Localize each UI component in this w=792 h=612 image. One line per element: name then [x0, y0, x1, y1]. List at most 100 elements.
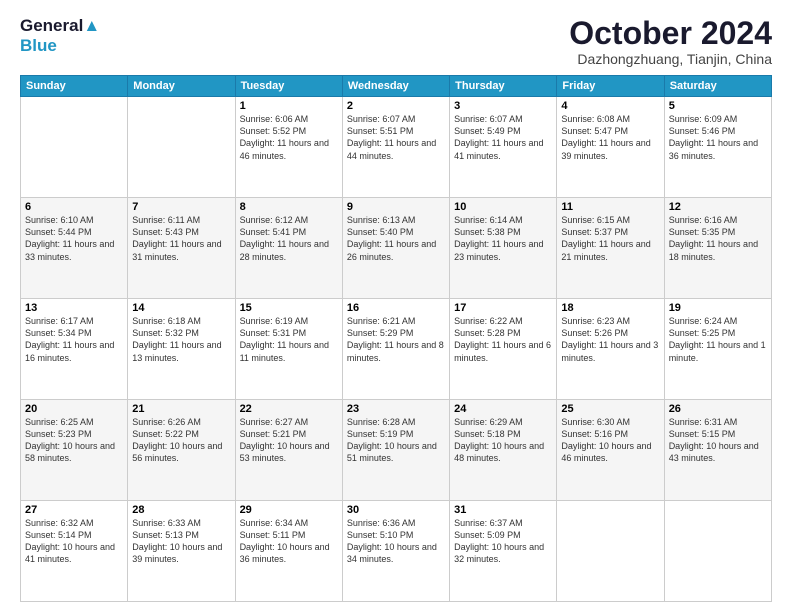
- calendar-header-thursday: Thursday: [450, 76, 557, 97]
- day-number: 13: [25, 302, 123, 314]
- day-number: 14: [132, 302, 230, 314]
- day-info: Sunrise: 6:07 AM Sunset: 5:49 PM Dayligh…: [454, 113, 552, 162]
- title-block: October 2024 Dazhongzhuang, Tianjin, Chi…: [569, 16, 772, 67]
- day-number: 2: [347, 100, 445, 112]
- calendar-header-tuesday: Tuesday: [235, 76, 342, 97]
- day-number: 24: [454, 403, 552, 415]
- calendar-cell: 16Sunrise: 6:21 AM Sunset: 5:29 PM Dayli…: [342, 299, 449, 400]
- day-info: Sunrise: 6:19 AM Sunset: 5:31 PM Dayligh…: [240, 315, 338, 364]
- day-number: 8: [240, 201, 338, 213]
- calendar-cell: 15Sunrise: 6:19 AM Sunset: 5:31 PM Dayli…: [235, 299, 342, 400]
- calendar-header-wednesday: Wednesday: [342, 76, 449, 97]
- day-info: Sunrise: 6:29 AM Sunset: 5:18 PM Dayligh…: [454, 416, 552, 465]
- day-number: 20: [25, 403, 123, 415]
- day-number: 31: [454, 504, 552, 516]
- calendar-cell: 8Sunrise: 6:12 AM Sunset: 5:41 PM Daylig…: [235, 198, 342, 299]
- header: General▲ Blue October 2024 Dazhongzhuang…: [20, 16, 772, 67]
- calendar-cell: 23Sunrise: 6:28 AM Sunset: 5:19 PM Dayli…: [342, 400, 449, 501]
- day-number: 29: [240, 504, 338, 516]
- day-info: Sunrise: 6:08 AM Sunset: 5:47 PM Dayligh…: [561, 113, 659, 162]
- calendar-cell: 4Sunrise: 6:08 AM Sunset: 5:47 PM Daylig…: [557, 97, 664, 198]
- day-number: 10: [454, 201, 552, 213]
- calendar-cell: 19Sunrise: 6:24 AM Sunset: 5:25 PM Dayli…: [664, 299, 771, 400]
- calendar-week-1: 1Sunrise: 6:06 AM Sunset: 5:52 PM Daylig…: [21, 97, 772, 198]
- calendar-cell: 10Sunrise: 6:14 AM Sunset: 5:38 PM Dayli…: [450, 198, 557, 299]
- day-number: 7: [132, 201, 230, 213]
- day-number: 26: [669, 403, 767, 415]
- calendar-cell: 12Sunrise: 6:16 AM Sunset: 5:35 PM Dayli…: [664, 198, 771, 299]
- day-number: 4: [561, 100, 659, 112]
- calendar-header-row: SundayMondayTuesdayWednesdayThursdayFrid…: [21, 76, 772, 97]
- day-info: Sunrise: 6:11 AM Sunset: 5:43 PM Dayligh…: [132, 214, 230, 263]
- day-number: 23: [347, 403, 445, 415]
- calendar-cell: 3Sunrise: 6:07 AM Sunset: 5:49 PM Daylig…: [450, 97, 557, 198]
- calendar-cell: [557, 501, 664, 602]
- subtitle: Dazhongzhuang, Tianjin, China: [569, 51, 772, 67]
- day-number: 11: [561, 201, 659, 213]
- day-number: 5: [669, 100, 767, 112]
- day-info: Sunrise: 6:28 AM Sunset: 5:19 PM Dayligh…: [347, 416, 445, 465]
- day-number: 30: [347, 504, 445, 516]
- day-number: 12: [669, 201, 767, 213]
- calendar-header-monday: Monday: [128, 76, 235, 97]
- calendar-cell: [128, 97, 235, 198]
- day-info: Sunrise: 6:33 AM Sunset: 5:13 PM Dayligh…: [132, 517, 230, 566]
- day-info: Sunrise: 6:12 AM Sunset: 5:41 PM Dayligh…: [240, 214, 338, 263]
- calendar-cell: 6Sunrise: 6:10 AM Sunset: 5:44 PM Daylig…: [21, 198, 128, 299]
- calendar-cell: 28Sunrise: 6:33 AM Sunset: 5:13 PM Dayli…: [128, 501, 235, 602]
- day-number: 18: [561, 302, 659, 314]
- day-info: Sunrise: 6:32 AM Sunset: 5:14 PM Dayligh…: [25, 517, 123, 566]
- calendar-week-2: 6Sunrise: 6:10 AM Sunset: 5:44 PM Daylig…: [21, 198, 772, 299]
- day-info: Sunrise: 6:37 AM Sunset: 5:09 PM Dayligh…: [454, 517, 552, 566]
- day-info: Sunrise: 6:22 AM Sunset: 5:28 PM Dayligh…: [454, 315, 552, 364]
- day-info: Sunrise: 6:10 AM Sunset: 5:44 PM Dayligh…: [25, 214, 123, 263]
- calendar-cell: 17Sunrise: 6:22 AM Sunset: 5:28 PM Dayli…: [450, 299, 557, 400]
- day-info: Sunrise: 6:25 AM Sunset: 5:23 PM Dayligh…: [25, 416, 123, 465]
- calendar-cell: [21, 97, 128, 198]
- calendar-cell: 31Sunrise: 6:37 AM Sunset: 5:09 PM Dayli…: [450, 501, 557, 602]
- calendar-header-sunday: Sunday: [21, 76, 128, 97]
- day-info: Sunrise: 6:13 AM Sunset: 5:40 PM Dayligh…: [347, 214, 445, 263]
- day-info: Sunrise: 6:24 AM Sunset: 5:25 PM Dayligh…: [669, 315, 767, 364]
- day-number: 3: [454, 100, 552, 112]
- day-number: 27: [25, 504, 123, 516]
- day-number: 16: [347, 302, 445, 314]
- day-number: 19: [669, 302, 767, 314]
- calendar-cell: 22Sunrise: 6:27 AM Sunset: 5:21 PM Dayli…: [235, 400, 342, 501]
- calendar-cell: 30Sunrise: 6:36 AM Sunset: 5:10 PM Dayli…: [342, 501, 449, 602]
- day-info: Sunrise: 6:15 AM Sunset: 5:37 PM Dayligh…: [561, 214, 659, 263]
- calendar-cell: [664, 501, 771, 602]
- calendar-cell: 7Sunrise: 6:11 AM Sunset: 5:43 PM Daylig…: [128, 198, 235, 299]
- calendar-cell: 2Sunrise: 6:07 AM Sunset: 5:51 PM Daylig…: [342, 97, 449, 198]
- calendar-header-friday: Friday: [557, 76, 664, 97]
- calendar-cell: 5Sunrise: 6:09 AM Sunset: 5:46 PM Daylig…: [664, 97, 771, 198]
- calendar-week-5: 27Sunrise: 6:32 AM Sunset: 5:14 PM Dayli…: [21, 501, 772, 602]
- calendar-cell: 26Sunrise: 6:31 AM Sunset: 5:15 PM Dayli…: [664, 400, 771, 501]
- logo: General▲ Blue: [20, 16, 100, 55]
- calendar-cell: 21Sunrise: 6:26 AM Sunset: 5:22 PM Dayli…: [128, 400, 235, 501]
- day-info: Sunrise: 6:14 AM Sunset: 5:38 PM Dayligh…: [454, 214, 552, 263]
- day-number: 22: [240, 403, 338, 415]
- day-info: Sunrise: 6:21 AM Sunset: 5:29 PM Dayligh…: [347, 315, 445, 364]
- day-info: Sunrise: 6:23 AM Sunset: 5:26 PM Dayligh…: [561, 315, 659, 364]
- calendar-cell: 13Sunrise: 6:17 AM Sunset: 5:34 PM Dayli…: [21, 299, 128, 400]
- day-info: Sunrise: 6:34 AM Sunset: 5:11 PM Dayligh…: [240, 517, 338, 566]
- calendar-cell: 1Sunrise: 6:06 AM Sunset: 5:52 PM Daylig…: [235, 97, 342, 198]
- day-number: 25: [561, 403, 659, 415]
- day-info: Sunrise: 6:18 AM Sunset: 5:32 PM Dayligh…: [132, 315, 230, 364]
- day-number: 1: [240, 100, 338, 112]
- day-info: Sunrise: 6:26 AM Sunset: 5:22 PM Dayligh…: [132, 416, 230, 465]
- calendar-cell: 20Sunrise: 6:25 AM Sunset: 5:23 PM Dayli…: [21, 400, 128, 501]
- calendar-cell: 25Sunrise: 6:30 AM Sunset: 5:16 PM Dayli…: [557, 400, 664, 501]
- main-title: October 2024: [569, 16, 772, 51]
- day-number: 28: [132, 504, 230, 516]
- day-number: 15: [240, 302, 338, 314]
- day-number: 21: [132, 403, 230, 415]
- day-info: Sunrise: 6:09 AM Sunset: 5:46 PM Dayligh…: [669, 113, 767, 162]
- calendar-table: SundayMondayTuesdayWednesdayThursdayFrid…: [20, 75, 772, 602]
- day-info: Sunrise: 6:36 AM Sunset: 5:10 PM Dayligh…: [347, 517, 445, 566]
- calendar-cell: 11Sunrise: 6:15 AM Sunset: 5:37 PM Dayli…: [557, 198, 664, 299]
- day-info: Sunrise: 6:30 AM Sunset: 5:16 PM Dayligh…: [561, 416, 659, 465]
- day-info: Sunrise: 6:06 AM Sunset: 5:52 PM Dayligh…: [240, 113, 338, 162]
- calendar-cell: 24Sunrise: 6:29 AM Sunset: 5:18 PM Dayli…: [450, 400, 557, 501]
